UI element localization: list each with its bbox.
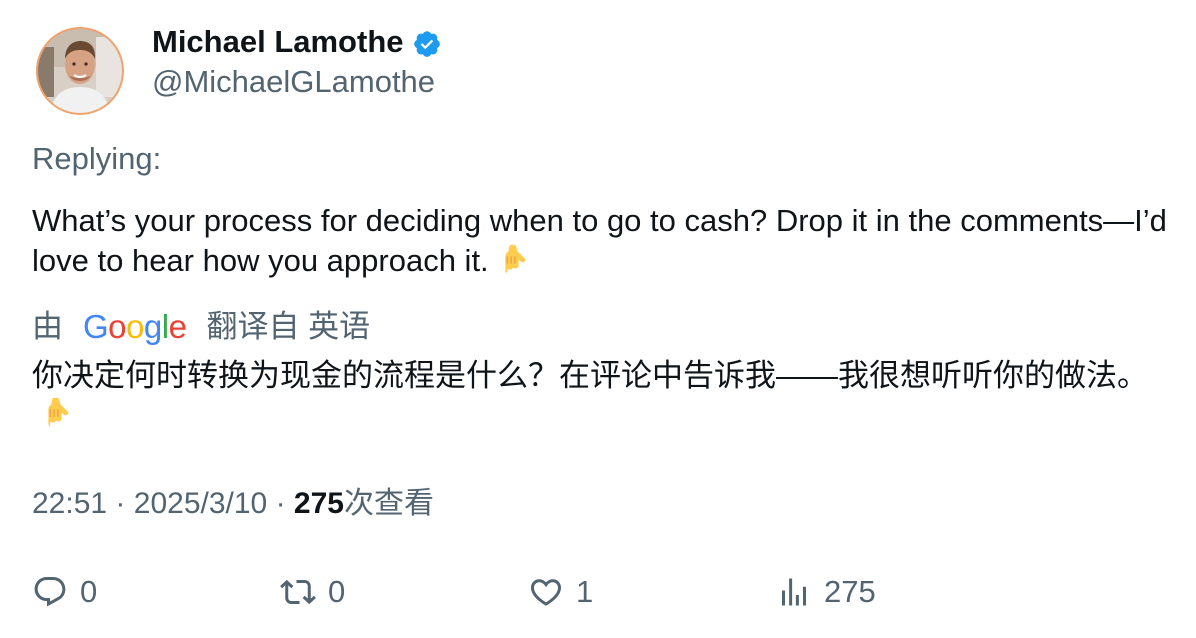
- tweet-text: What’s your process for deciding when to…: [32, 201, 1172, 281]
- retweet-count: 0: [328, 574, 346, 609]
- verified-badge-icon[interactable]: [412, 29, 442, 59]
- pointing-down-hand-icon: [47, 397, 69, 427]
- google-logo[interactable]: Google: [83, 309, 187, 345]
- avatar[interactable]: [36, 27, 124, 115]
- translation-prefix: 由: [32, 309, 63, 344]
- meta-separator: ·: [275, 487, 286, 520]
- display-name[interactable]: Michael Lamothe: [152, 26, 404, 57]
- reply-button[interactable]: 0: [32, 572, 97, 612]
- reply-count: 0: [80, 574, 98, 609]
- translated-text: 你决定何时转换为现金的流程是什么？在评论中告诉我——我很想听听你的做法。: [32, 357, 1172, 433]
- action-bar: 0 0 1 275: [0, 572, 1196, 612]
- author-names: Michael Lamothe @MichaelGLamothe: [152, 26, 442, 98]
- display-name-row: Michael Lamothe: [152, 26, 442, 59]
- translated-text-body: 你决定何时转换为现金的流程是什么？在评论中告诉我——我很想听听你的做法。: [32, 358, 1148, 393]
- like-count: 1: [576, 574, 594, 609]
- tweet-text-body: What’s your process for deciding when to…: [32, 203, 1167, 278]
- retweet-button[interactable]: 0: [280, 572, 345, 612]
- retweet-icon: [280, 579, 316, 605]
- views-button[interactable]: 275: [776, 572, 876, 612]
- views-action-count: 275: [824, 574, 876, 609]
- tweet-time[interactable]: 22:51: [32, 487, 107, 520]
- views-count: 275: [293, 487, 344, 520]
- views-label: 次查看: [343, 487, 434, 520]
- pointing-down-hand-icon: [504, 244, 525, 274]
- handle[interactable]: @MichaelGLamothe: [152, 66, 442, 98]
- analytics-icon: [782, 578, 806, 606]
- tweet-date[interactable]: 2025/3/10: [134, 487, 267, 520]
- meta-separator: ·: [115, 487, 126, 520]
- translation-attribution: 由 Google 翻译自 英语: [32, 309, 370, 345]
- tweet-meta: 22:51 · 2025/3/10 · 275次查看: [32, 486, 434, 522]
- heart-icon: [530, 579, 562, 606]
- tweet-header: Michael Lamothe @MichaelGLamothe: [36, 26, 442, 115]
- avatar-photo: [36, 27, 124, 115]
- translation-suffix[interactable]: 翻译自 英语: [206, 309, 370, 345]
- replying-label: Replying:: [32, 141, 162, 176]
- reply-icon: [34, 577, 66, 607]
- like-button[interactable]: 1: [528, 572, 593, 612]
